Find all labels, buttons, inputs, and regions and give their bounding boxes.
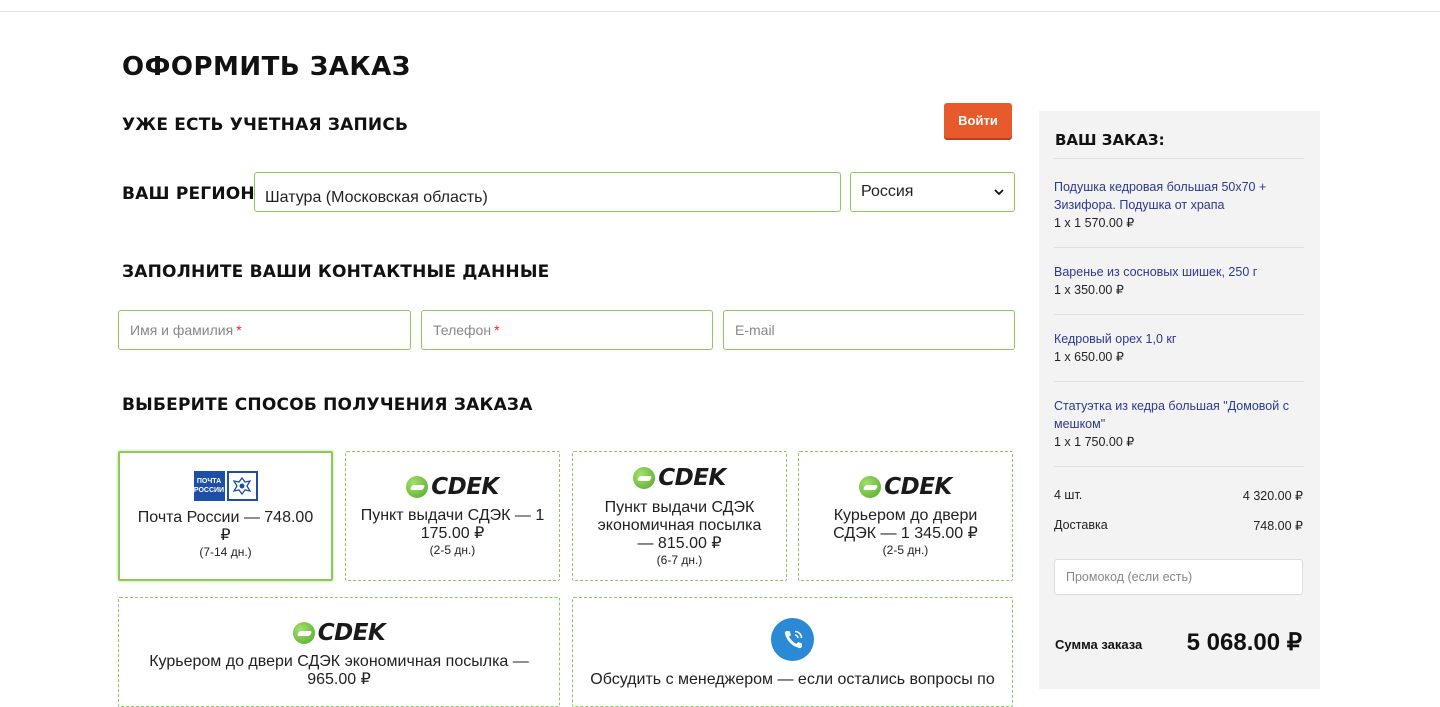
pochta-icon: ПОЧТА РОССИИ [193, 471, 258, 501]
delivery-option-label: Курьером до двери СДЭК экономичная посыл… [149, 653, 529, 688]
divider [1054, 314, 1304, 315]
cdek-ball-icon [292, 622, 315, 644]
delivery-option-days: (7-14 дн.) [199, 545, 252, 559]
order-item: Кедровый орех 1,0 кг 1 x 650.00 ₽ [1054, 330, 1294, 366]
eagle-emblem-icon [226, 471, 258, 501]
divider [1054, 381, 1304, 382]
delivery-cost-value: 748.00 ₽ [1253, 519, 1303, 533]
delivery-option-cdek-pickup[interactable]: CDEK Пункт выдачи СДЭК — 1 175.00 ₽ (2-5… [345, 451, 560, 581]
order-item: Подушка кедровая большая 50х70 + Зизифор… [1054, 178, 1294, 232]
delivery-heading: ВЫБЕРИТЕ СПОСОБ ПОЛУЧЕНИЯ ЗАКАЗА [122, 395, 533, 415]
page-title: ОФОРМИТЬ ЗАКАЗ [122, 52, 411, 82]
order-item-link[interactable]: Статуэтка из кедра большая "Домовой с ме… [1054, 397, 1294, 433]
pochta-logo-text: ПОЧТА РОССИИ [193, 471, 225, 501]
delivery-option-cdek-courier-economy[interactable]: CDEK Курьером до двери СДЭК экономичная … [118, 597, 560, 707]
cdek-ball-icon [406, 476, 429, 498]
promo-code-input[interactable]: Промокод (если есть) [1054, 559, 1303, 595]
items-count-row: 4 шт. 4 320.00 ₽ [1054, 488, 1303, 503]
order-summary: ВАШ ЗАКАЗ: Подушка кедровая большая 50х7… [1039, 111, 1320, 689]
total-value: 5 068.00 ₽ [1186, 629, 1302, 656]
promo-code-placeholder: Промокод (если есть) [1066, 570, 1193, 584]
login-button[interactable]: Войти [944, 103, 1012, 138]
order-item: Варенье из сосновых шишек, 250 г 1 x 350… [1054, 263, 1294, 299]
order-item-link[interactable]: Варенье из сосновых шишек, 250 г [1054, 263, 1294, 281]
delivery-option-label: Обсудить с менеджером — если остались во… [590, 671, 995, 688]
required-mark: * [236, 322, 242, 338]
cdek-icon: CDEK [406, 474, 499, 500]
order-item-link[interactable]: Кедровый орех 1,0 кг [1054, 330, 1294, 348]
order-item-qty: 1 x 1 570.00 ₽ [1054, 216, 1135, 230]
order-item: Статуэтка из кедра большая "Домовой с ме… [1054, 397, 1294, 451]
email-field[interactable]: E-mail [723, 310, 1015, 350]
total-label: Сумма заказа [1055, 637, 1143, 652]
cdek-icon: CDEK [292, 620, 386, 646]
divider [1054, 466, 1304, 467]
delivery-cost-label: Доставка [1054, 518, 1108, 532]
order-item-qty: 1 x 650.00 ₽ [1054, 350, 1124, 364]
account-heading: УЖЕ ЕСТЬ УЧЕТНАЯ ЗАПИСЬ [122, 115, 409, 135]
divider [1054, 247, 1304, 248]
cdek-logo-text: CDEK [431, 474, 499, 500]
delivery-option-label: Курьером до двери СДЭК — 1 345.00 ₽ [833, 507, 978, 542]
contacts-heading: ЗАПОЛНИТЕ ВАШИ КОНТАКТНЫЕ ДАННЫЕ [122, 262, 550, 282]
delivery-option-label: Пункт выдачи СДЭК экономичная посылка — … [597, 499, 762, 552]
delivery-cost-row: Доставка 748.00 ₽ [1054, 518, 1303, 533]
divider [1054, 158, 1304, 159]
delivery-option-days: (2-5 дн.) [429, 543, 476, 557]
cdek-icon: CDEK [633, 465, 726, 491]
country-select[interactable]: Россия [850, 172, 1015, 212]
delivery-option-label: Пункт выдачи СДЭК — 1 175.00 ₽ [360, 507, 545, 542]
order-summary-title: ВАШ ЗАКАЗ: [1055, 131, 1165, 149]
delivery-option-cdek-pickup-economy[interactable]: CDEK Пункт выдачи СДЭК экономичная посыл… [572, 451, 787, 581]
items-count-value: 4 320.00 ₽ [1242, 489, 1303, 503]
order-item-link[interactable]: Подушка кедровая большая 50х70 + Зизифор… [1054, 178, 1294, 214]
order-item-qty: 1 x 350.00 ₽ [1054, 283, 1124, 297]
cdek-icon: CDEK [859, 474, 952, 500]
region-city-input[interactable]: Шатура (Московская область) [254, 172, 841, 212]
email-field-placeholder: E-mail [735, 322, 775, 338]
cdek-ball-icon [633, 467, 656, 489]
name-field[interactable]: Имя и фамилия * [118, 310, 411, 350]
country-select-value: Россия [861, 183, 914, 200]
top-divider [0, 11, 1440, 12]
phone-field[interactable]: Телефон * [421, 310, 713, 350]
cdek-logo-text: CDEK [658, 465, 726, 491]
cdek-ball-icon [859, 476, 882, 498]
chevron-down-icon [994, 185, 1004, 199]
required-mark: * [494, 322, 500, 338]
delivery-option-days: (6-7 дн.) [656, 553, 703, 567]
phone-call-icon [573, 618, 1012, 661]
delivery-option-pochta[interactable]: ПОЧТА РОССИИ Почта России — 748.00 ₽ (7-… [118, 451, 333, 581]
phone-field-placeholder: Телефон [433, 322, 492, 338]
cdek-logo-text: CDEK [884, 474, 952, 500]
items-count-label: 4 шт. [1054, 488, 1083, 502]
order-item-qty: 1 x 1 750.00 ₽ [1054, 435, 1135, 449]
name-field-placeholder: Имя и фамилия [130, 322, 234, 338]
region-heading: ВАШ РЕГИОН [122, 184, 255, 204]
delivery-option-manager[interactable]: Обсудить с менеджером — если остались во… [572, 597, 1013, 707]
delivery-option-days: (2-5 дн.) [882, 543, 929, 557]
delivery-option-cdek-courier[interactable]: CDEK Курьером до двери СДЭК — 1 345.00 ₽… [798, 451, 1013, 581]
delivery-option-label: Почта России — 748.00 ₽ [137, 509, 314, 544]
cdek-logo-text: CDEK [317, 620, 386, 646]
